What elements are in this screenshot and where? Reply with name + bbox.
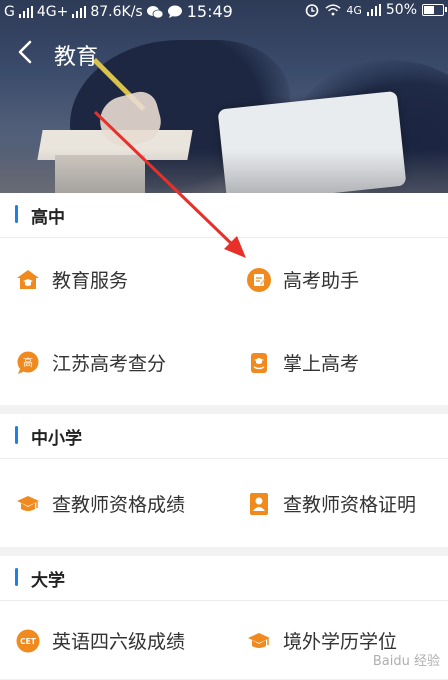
- status-bar: G 4G+ 87.6K/s 15:49 4G 50%: [0, 0, 448, 22]
- graduation-cap-icon: [248, 632, 270, 648]
- section-marker: [15, 568, 18, 586]
- network-type-right: 4G: [346, 3, 362, 17]
- network-speed: 87.6K/s: [90, 3, 143, 20]
- alarm-icon: [306, 4, 319, 17]
- item-label: 掌上高考: [283, 353, 360, 375]
- section-high-school: 高中 教育服务 高考助手 高 江苏高考查分 掌上高考: [0, 193, 448, 405]
- header-banner: G 4G+ 87.6K/s 15:49 4G 50% 教育: [0, 0, 448, 193]
- item-label: 查教师资格成绩: [52, 494, 186, 516]
- carrier-label: G: [4, 3, 15, 20]
- item-label: 查教师资格证明: [283, 494, 417, 516]
- message-icon: [167, 5, 182, 18]
- item-label: 教育服务: [52, 270, 129, 292]
- section-university: 大学 CET 英语四六级成绩 境外学历学位 Baidu 经验: [0, 556, 448, 679]
- section-title: 大学: [31, 571, 65, 591]
- title-bar: 教育: [0, 28, 448, 78]
- back-arrow-icon[interactable]: [14, 38, 38, 66]
- battery-percent: 50%: [385, 2, 417, 18]
- service-teacher-qualification-certificate[interactable]: 查教师资格证明: [247, 459, 416, 548]
- network-type: 4G+: [36, 3, 69, 20]
- cet-badge-icon: CET: [16, 629, 40, 652]
- service-education-services[interactable]: 教育服务: [16, 238, 128, 321]
- section-title: 中小学: [31, 429, 82, 449]
- service-exam-assistant[interactable]: 高考助手: [247, 238, 359, 321]
- item-label: 英语四六级成绩: [52, 631, 186, 653]
- clock-time: 15:49: [186, 2, 233, 21]
- graduation-cap-icon: [17, 495, 39, 511]
- watermark: Baidu 经验: [372, 654, 440, 669]
- gao-badge-text: 高: [23, 356, 33, 369]
- page-title: 教育: [54, 45, 99, 70]
- service-jiangsu-score[interactable]: 高 江苏高考查分: [16, 321, 166, 404]
- exam-assistant-icon: [247, 267, 271, 292]
- service-teacher-qualification-score[interactable]: 查教师资格成绩: [16, 459, 185, 548]
- item-label: 江苏高考查分: [52, 353, 167, 375]
- section-title: 高中: [31, 208, 65, 228]
- section-marker: [15, 426, 18, 444]
- section-header: 高中: [0, 193, 448, 238]
- signal-icon: [18, 5, 33, 18]
- section-marker: [15, 205, 18, 223]
- id-card-icon: [250, 492, 268, 515]
- section-header: 中小学: [0, 414, 448, 459]
- section-primary-middle-school: 中小学 查教师资格成绩 查教师资格证明: [0, 414, 448, 547]
- school-house-icon: [17, 269, 39, 289]
- service-palm-exam[interactable]: 掌上高考: [247, 321, 359, 404]
- signal-icon-3: [366, 4, 381, 16]
- item-label: 高考助手: [283, 270, 360, 292]
- service-cet-score[interactable]: CET 英语四六级成绩: [16, 601, 185, 680]
- signal-icon-2: [72, 5, 87, 18]
- cet-badge-text: CET: [20, 637, 37, 646]
- palm-exam-icon: [251, 352, 267, 373]
- battery-icon: [422, 4, 447, 16]
- gao-badge-icon: 高: [17, 351, 39, 374]
- wechat-icon: [146, 5, 163, 18]
- wifi-icon: [325, 4, 341, 16]
- section-header: 大学: [0, 556, 448, 601]
